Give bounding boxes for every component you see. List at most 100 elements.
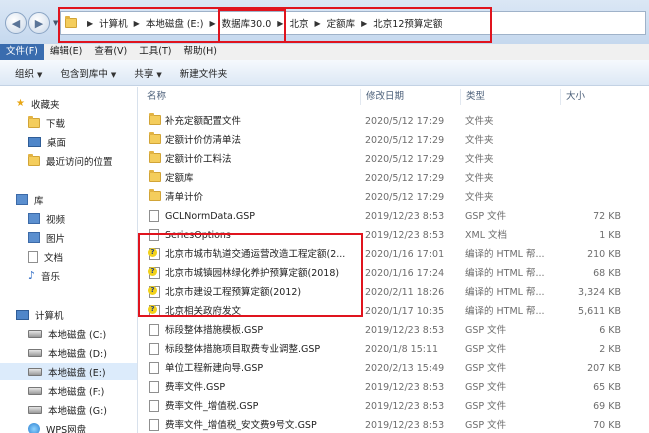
file-row[interactable]: 北京相关政府发文 2020/1/17 10:35 编译的 HTML 帮... 5,61… [139, 303, 649, 320]
column-header-size[interactable]: 大小 [566, 89, 585, 105]
file-size: 72 KB [593, 211, 621, 222]
nav-libraries[interactable]: 库 [0, 191, 137, 208]
breadcrumb-separator-icon[interactable]: ▶ [314, 19, 320, 28]
menu-edit[interactable]: 编辑(E) [44, 44, 88, 60]
nav-drive-c[interactable]: 本地磁盘 (C:) [0, 325, 137, 342]
folder-icon [149, 151, 161, 166]
file-row[interactable]: 标段整体措施模板.GSP 2019/12/23 8:53 GSP 文件 6 KB [139, 322, 649, 339]
column-divider[interactable] [360, 89, 361, 105]
nav-label: 本地磁盘 (G:) [48, 405, 107, 417]
file-row[interactable]: 单位工程新建向导.GSP 2020/2/13 15:49 GSP 文件 207 KB [139, 360, 649, 377]
file-row[interactable]: 补充定额配置文件 2020/5/12 17:29 文件夹 [139, 113, 649, 130]
file-row[interactable]: 费率文件_增值税.GSP 2019/12/23 8:53 GSP 文件 69 KB [139, 398, 649, 415]
breadcrumb-norm-library[interactable]: 定额库 [327, 16, 356, 30]
column-header-date[interactable]: 修改日期 [366, 89, 404, 105]
help-file-icon [148, 248, 161, 261]
file-size [549, 113, 621, 130]
file-row[interactable]: 北京市城镇园林绿化养护预算定额(2018) 2020/1/16 17:24 编译的 … [139, 265, 649, 282]
nav-documents[interactable]: 文档 [0, 248, 137, 265]
file-name: 清单计价 [165, 192, 204, 203]
file-row[interactable]: 标段整体措施项目取费专业调整.GSP 2020/1/8 15:11 GSP 文件 2 … [139, 341, 649, 358]
drive-icon [28, 367, 42, 376]
file-type: 文件夹 [465, 192, 494, 203]
nav-drive-d[interactable]: 本地磁盘 (D:) [0, 344, 137, 361]
folder-icon [149, 132, 161, 144]
menu-tools[interactable]: 工具(T) [133, 44, 177, 60]
breadcrumb-beijing[interactable]: 北京 [289, 16, 308, 30]
nav-label: 收藏夹 [30, 99, 60, 111]
picture-icon [28, 232, 40, 243]
share-button[interactable]: 共享 ▼ [125, 66, 170, 80]
column-header-name[interactable]: 名称 [147, 89, 166, 105]
file-row[interactable]: 费率文件_增值税_安文费9号文.GSP 2019/12/23 8:53 GSP 文件… [139, 417, 649, 433]
file-date: 2020/5/12 17:29 [365, 135, 445, 146]
back-button[interactable]: ◀ [5, 12, 27, 34]
nav-computer[interactable]: 计算机 [0, 306, 137, 323]
file-type: GSP 文件 [465, 382, 507, 393]
nav-label: 图片 [46, 233, 66, 245]
breadcrumb-beijing-12[interactable]: 北京12预算定额 [373, 16, 442, 30]
nav-drive-e[interactable]: 本地磁盘 (E:) [0, 363, 137, 380]
file-date: 2020/2/13 15:49 [365, 363, 445, 374]
nav-pictures[interactable]: 图片 [0, 229, 137, 246]
column-header-type[interactable]: 类型 [466, 89, 485, 105]
drive-icon [28, 386, 42, 395]
file-row[interactable]: 北京市建设工程预算定额(2012) 2020/2/11 18:26 编译的 HTML… [139, 284, 649, 301]
breadcrumb-separator-icon[interactable]: ▶ [134, 19, 140, 28]
nav-downloads[interactable]: 下载 [0, 114, 137, 131]
include-library-button[interactable]: 包含到库中 ▼ [51, 66, 125, 80]
breadcrumb-drive-e[interactable]: 本地磁盘 (E:) [146, 16, 204, 30]
nav-videos[interactable]: 视频 [0, 210, 137, 227]
nav-favorites[interactable]: ★ 收藏夹 [0, 95, 137, 112]
file-type: GSP 文件 [465, 420, 507, 431]
organize-button[interactable]: 组织 ▼ [6, 66, 51, 80]
file-date: 2019/12/23 8:53 [365, 382, 445, 393]
file-row[interactable]: 定额计价工料法 2020/5/12 17:29 文件夹 [139, 151, 649, 168]
file-row[interactable]: 定额计价仿清单法 2020/5/12 17:29 文件夹 [139, 132, 649, 149]
file-type: GSP 文件 [465, 401, 507, 412]
nav-label: 音乐 [41, 271, 61, 283]
file-row[interactable]: GCLNormData.GSP 2019/12/23 8:53 GSP 文件 72 K… [139, 208, 649, 225]
nav-recent[interactable]: 最近访问的位置 [0, 152, 137, 169]
breadcrumb-separator-icon[interactable]: ▶ [361, 19, 367, 28]
column-divider[interactable] [460, 89, 461, 105]
nav-label: 本地磁盘 (D:) [48, 348, 107, 360]
file-date: 2020/2/11 18:26 [365, 287, 445, 298]
document-icon [28, 250, 38, 263]
nav-wps[interactable]: WPS网盘 [0, 420, 137, 433]
file-row[interactable]: 北京市城市轨道交通运营改造工程定额(2... 2020/1/16 17:01 编译的… [139, 246, 649, 263]
file-row[interactable]: SeriesOptions 2019/12/23 8:53 XML 文档 1 KB [139, 227, 649, 244]
new-folder-button[interactable]: 新建文件夹 [171, 66, 237, 80]
file-row[interactable]: 费率文件.GSP 2019/12/23 8:53 GSP 文件 65 KB [139, 379, 649, 396]
file-row[interactable]: 清单计价 2020/5/12 17:29 文件夹 [139, 189, 649, 206]
address-bar[interactable]: ▶ 计算机 ▶ 本地磁盘 (E:) ▶ 数据库30.0 ▶ 北京 ▶ 定额库 ▶… [60, 11, 646, 35]
forward-button[interactable]: ▶ [28, 12, 50, 34]
file-date: 2020/5/12 17:29 [365, 173, 445, 184]
breadcrumb-computer[interactable]: 计算机 [99, 16, 128, 30]
menu-view[interactable]: 查看(V) [88, 44, 133, 60]
file-date: 2019/12/23 8:53 [365, 401, 445, 412]
menu-help[interactable]: 帮助(H) [177, 44, 223, 60]
file-type: 文件夹 [465, 173, 494, 184]
file-date: 2020/5/12 17:29 [365, 154, 445, 165]
nav-drive-f[interactable]: 本地磁盘 (F:) [0, 382, 137, 399]
nav-music[interactable]: ♪ 音乐 [0, 267, 137, 284]
history-dropdown-icon[interactable]: ▼ [53, 19, 58, 27]
file-date: 2020/1/16 17:01 [365, 249, 445, 260]
file-type: 编译的 HTML 帮... [465, 306, 545, 317]
breadcrumb-separator-icon[interactable]: ▶ [87, 19, 93, 28]
breadcrumb-database[interactable]: 数据库30.0 [222, 16, 272, 30]
help-file-icon [148, 267, 161, 280]
file-size [549, 170, 621, 187]
breadcrumb-separator-icon[interactable]: ▶ [277, 19, 283, 28]
file-type: XML 文档 [465, 230, 508, 241]
file-type: 编译的 HTML 帮... [465, 287, 545, 298]
menu-file[interactable]: 文件(F) [0, 44, 44, 60]
breadcrumb-separator-icon[interactable]: ▶ [209, 19, 215, 28]
help-file-icon [148, 305, 160, 317]
column-divider[interactable] [560, 89, 561, 105]
nav-drive-g[interactable]: 本地磁盘 (G:) [0, 401, 137, 418]
file-row[interactable]: 定额库 2020/5/12 17:29 文件夹 [139, 170, 649, 187]
nav-desktop[interactable]: 桌面 [0, 133, 137, 150]
file-name: 费率文件.GSP [165, 382, 226, 393]
